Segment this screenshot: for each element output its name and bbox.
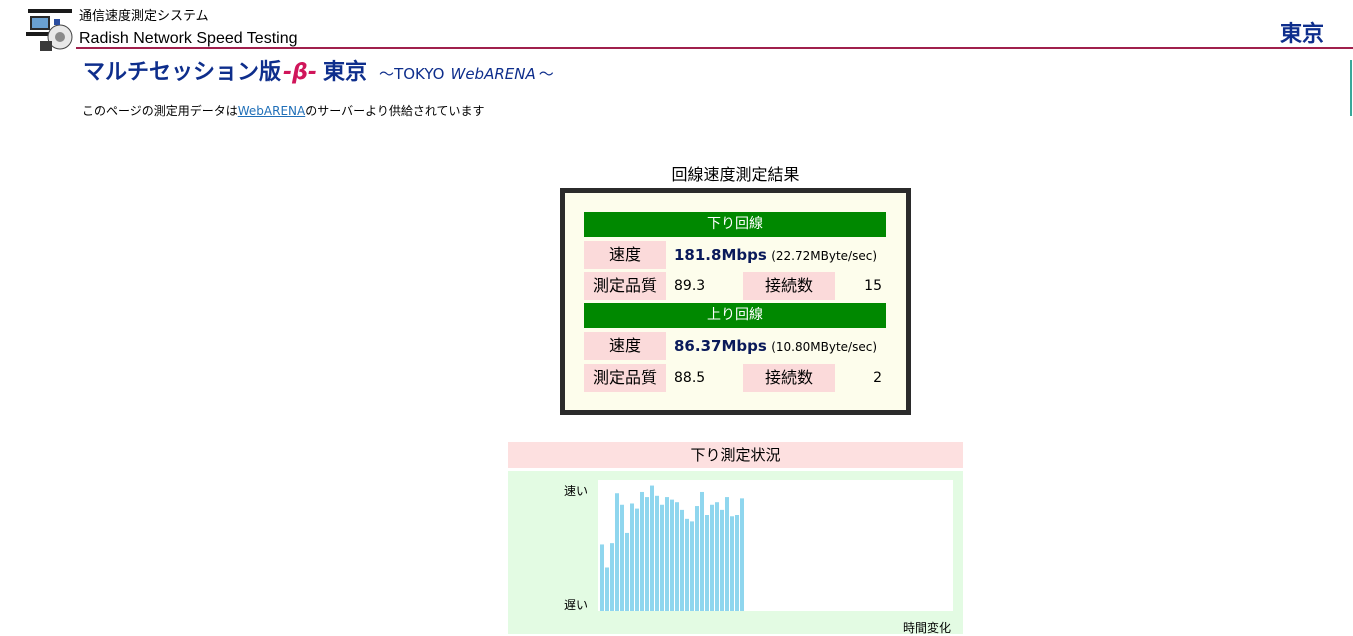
chart-bar [680, 509, 684, 611]
chart-bar [715, 502, 719, 611]
axis-slow-label: 遅い [564, 598, 589, 612]
chart-bar [675, 502, 679, 611]
chart-bar [605, 567, 609, 611]
chart-bar [635, 508, 639, 611]
chart-bar [620, 504, 624, 611]
download-status-panel: 速い 遅い 時間変化 [508, 471, 963, 635]
chart-bar [725, 497, 729, 611]
chart-bar [690, 521, 694, 611]
title-tokyo: TOKYO [394, 65, 445, 83]
system-subtitle-en: Radish Network Speed Testing [79, 30, 298, 47]
chart-bar [730, 516, 734, 611]
chart-bar [630, 503, 634, 611]
chart-bar [625, 532, 629, 611]
header-divider [76, 47, 1353, 49]
results-box: 下り回線 速度 181.8Mbps (22.72MByte/sec) 測定品質 … [560, 188, 911, 415]
chart-bar [640, 491, 644, 611]
results-title: 回線速度測定結果 [671, 165, 800, 184]
chart-bar [735, 515, 739, 611]
axis-time-label: 時間変化 [902, 621, 951, 635]
chart-bar [740, 498, 744, 611]
upload-connections-label: 接続数 [743, 364, 835, 392]
download-heading: 下り回線 [584, 212, 886, 237]
chart-bar [705, 515, 709, 611]
chart-bar [710, 504, 714, 611]
system-subtitle-jp: 通信速度測定システム [79, 9, 209, 24]
data-source-notice: このページの測定用データはWebARENAのサーバーより供給されています [82, 103, 485, 119]
title-tilde-close: 〜 [538, 65, 554, 83]
title-webarena: WebARENA [450, 65, 536, 83]
chart-bar [600, 544, 604, 611]
upload-speed-detail: (10.80MByte/sec) [771, 340, 878, 354]
chart-bar [650, 485, 654, 611]
upload-connections-value: 2 [873, 370, 882, 386]
notice-prefix: このページの測定用データは [82, 104, 238, 118]
page-title: マルチセッション版-β- 東京 〜TOKYO WebARENA 〜 [83, 58, 554, 89]
download-speed-label: 速度 [584, 241, 666, 269]
notice-suffix: のサーバーより供給されています [305, 104, 485, 118]
chart-bar [695, 506, 699, 611]
speed-chart-svg [600, 485, 744, 611]
chart-bar [645, 497, 649, 611]
chart-bar [610, 543, 614, 611]
title-city: 東京 [323, 60, 368, 85]
speed-chart [598, 480, 953, 611]
chart-bar [615, 493, 619, 611]
download-status-heading: 下り測定状況 [508, 442, 963, 468]
upload-speed-value: 86.37Mbps (10.80MByte/sec) [674, 332, 877, 360]
chart-bar [700, 491, 704, 611]
download-speed-value: 181.8Mbps (22.72MByte/sec) [674, 241, 877, 269]
chart-bar [660, 504, 664, 611]
upload-quality-label: 測定品質 [584, 364, 666, 392]
upload-speed-label: 速度 [584, 332, 666, 360]
upload-heading: 上り回線 [584, 303, 886, 328]
axis-fast-label: 速い [564, 484, 589, 498]
title-main: マルチセッション版 [83, 60, 282, 85]
region-label: 東京 [1279, 22, 1324, 47]
radish-logo-icon [26, 9, 73, 51]
chart-bar [665, 497, 669, 611]
upload-speed: 86.37Mbps [674, 337, 767, 355]
webarena-link[interactable]: WebARENA [238, 104, 305, 118]
chart-bar [670, 499, 674, 611]
chart-bar [685, 518, 689, 611]
title-tilde-open: 〜 [379, 65, 395, 83]
download-connections-label: 接続数 [743, 272, 835, 300]
download-quality-value: 89.3 [674, 278, 706, 294]
download-speed: 181.8Mbps [674, 246, 767, 264]
download-quality-label: 測定品質 [584, 272, 666, 300]
title-beta: -β- [283, 60, 318, 85]
download-speed-detail: (22.72MByte/sec) [771, 249, 878, 263]
chart-bar [720, 509, 724, 611]
upload-quality-value: 88.5 [674, 370, 706, 386]
download-connections-value: 15 [864, 278, 882, 294]
chart-bar [655, 495, 659, 611]
right-edge-bar [1350, 60, 1352, 116]
